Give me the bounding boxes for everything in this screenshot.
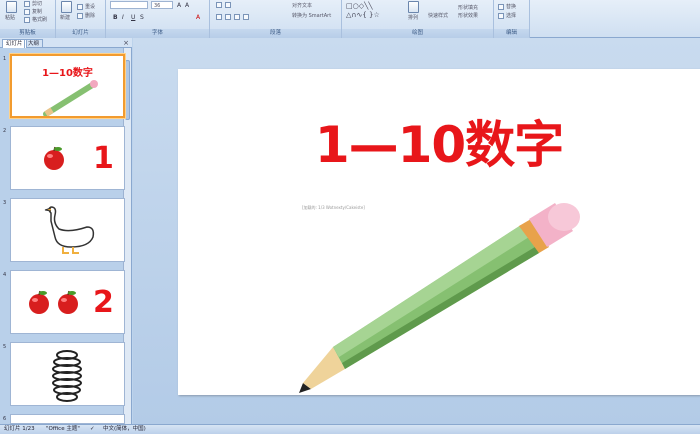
shape-fill-button[interactable]: 形状填充 — [458, 4, 478, 12]
reset-icon[interactable] — [77, 4, 83, 10]
italic-icon[interactable]: I — [122, 14, 124, 21]
new-slide-button[interactable]: 新建 — [60, 14, 70, 22]
thumbnail-number: 4 — [3, 272, 7, 278]
apple-icon — [29, 290, 49, 314]
slide-thumbnail-2[interactable]: 1 — [10, 126, 125, 190]
clipboard-group-label: 剪贴板 — [0, 29, 55, 38]
quick-styles-button[interactable]: 快速样式 — [428, 12, 448, 20]
goose-icon — [44, 206, 95, 254]
bold-icon[interactable]: B — [113, 14, 118, 21]
thumbnail-number: 3 — [3, 200, 7, 206]
editing-group-label: 编辑 — [494, 29, 529, 38]
apple-icon — [44, 146, 64, 170]
spring-icon — [52, 350, 82, 402]
arrange-button[interactable]: 排列 — [408, 14, 418, 22]
arrange-icon[interactable] — [408, 1, 419, 13]
thumbnail-title: 1—10数字 — [42, 68, 93, 79]
clipboard-group: 粘贴 剪切 复制 格式刷 剪贴板 — [0, 0, 56, 38]
slide-thumbnail-6[interactable] — [10, 414, 125, 424]
reset-button[interactable]: 重设 — [85, 3, 95, 11]
underline-icon[interactable]: U — [131, 14, 135, 21]
shrink-font-icon[interactable]: A — [185, 2, 189, 9]
ribbon: 粘贴 剪切 复制 格式刷 剪贴板 新建 重设 删除 幻灯片 36 A A B I… — [0, 0, 700, 38]
cut-icon[interactable] — [24, 1, 30, 7]
theme-name: "Office 主题" — [46, 426, 80, 432]
slides-group: 新建 重设 删除 幻灯片 — [56, 0, 106, 38]
replace-button[interactable]: 替换 — [506, 3, 516, 11]
thumbnail-number: 2 — [3, 128, 7, 134]
thumbnail-number: 6 — [3, 416, 7, 422]
slide-edit-area: 1—10数字 [加载的: 1/3 Wotnexty/Cakeiste] — [133, 38, 700, 424]
cut-button[interactable]: 剪切 — [32, 0, 42, 8]
font-size-combo[interactable]: 36 — [151, 1, 173, 9]
thumbnail-number: 5 — [3, 344, 7, 350]
font-color-icon[interactable]: A — [196, 14, 200, 21]
format-painter-icon[interactable] — [24, 17, 30, 23]
tab-outline[interactable]: 大纲 — [24, 39, 44, 48]
delete-button[interactable]: 删除 — [85, 12, 95, 20]
font-group: 36 A A B I U S A 字体 — [106, 0, 210, 38]
new-slide-icon[interactable] — [61, 1, 72, 13]
apple-icon — [58, 290, 78, 314]
paste-button-label[interactable]: 粘贴 — [5, 14, 15, 22]
justify-icon[interactable] — [243, 14, 249, 20]
paste-icon[interactable] — [6, 1, 17, 13]
pencil-icon — [299, 203, 580, 393]
replace-icon[interactable] — [498, 4, 504, 10]
font-size-value: 36 — [154, 3, 161, 9]
drawing-group-label: 绘图 — [342, 29, 493, 38]
smartart-button[interactable]: 转换为 SmartArt — [292, 12, 331, 20]
font-name-combo[interactable] — [110, 1, 148, 9]
thumbnail-digit: 2 — [93, 285, 114, 320]
scrollbar-thumb[interactable] — [125, 60, 130, 120]
slide-thumbnail-1[interactable]: 1—10数字 — [10, 54, 125, 118]
numbering-icon[interactable] — [225, 2, 231, 8]
font-group-label: 字体 — [106, 29, 209, 38]
drawing-group: □○◇╲╲ △∩∿{ }☆ 排列 快速样式 形状填充 形状效果 绘图 — [342, 0, 494, 38]
slide-title[interactable]: 1—10数字 — [178, 117, 700, 173]
slides-group-label: 幻灯片 — [56, 29, 105, 38]
align-center-icon[interactable] — [225, 14, 231, 20]
bullets-icon[interactable] — [216, 2, 222, 8]
select-button[interactable]: 选择 — [506, 12, 516, 20]
slide-thumbnail-3[interactable] — [10, 198, 125, 262]
align-text-button[interactable]: 对齐文本 — [292, 2, 312, 10]
slide-position: 幻灯片 1/23 — [4, 426, 35, 432]
shapes-gallery-row2-icon[interactable]: △∩∿{ }☆ — [346, 12, 380, 19]
select-icon[interactable] — [498, 13, 504, 19]
delete-icon[interactable] — [77, 13, 83, 19]
thumbnail-digit: 1 — [93, 141, 114, 176]
slide-thumbnail-5[interactable] — [10, 342, 125, 406]
spell-check-icon[interactable]: ✓ — [90, 425, 95, 434]
pane-tabs: 幻灯片 大纲 × — [0, 38, 132, 48]
paragraph-group-label: 段落 — [210, 29, 341, 38]
align-right-icon[interactable] — [234, 14, 240, 20]
editing-group: 替换 选择 编辑 — [494, 0, 530, 38]
slides-pane: 幻灯片 大纲 × 1 1—10数字 2 1 3 4 2 5 6 — [0, 38, 132, 424]
format-painter-button[interactable]: 格式刷 — [32, 16, 47, 24]
align-left-icon[interactable] — [216, 14, 222, 20]
pencil-icon — [43, 80, 98, 116]
shapes-gallery-icon[interactable]: □○◇╲╲ — [346, 3, 373, 10]
thumbnail-number: 1 — [3, 56, 7, 62]
current-slide[interactable]: 1—10数字 [加载的: 1/3 Wotnexty/Cakeiste] — [178, 69, 700, 395]
shape-effects-button[interactable]: 形状效果 — [458, 12, 478, 20]
paragraph-group: 对齐文本 转换为 SmartArt 段落 — [210, 0, 342, 38]
close-pane-icon[interactable]: × — [123, 39, 129, 47]
copy-icon[interactable] — [24, 9, 30, 15]
status-bar: 幻灯片 1/23 "Office 主题" ✓ 中文(简体，中国) — [0, 424, 700, 434]
slide-thumbnail-4[interactable]: 2 — [10, 270, 125, 334]
copy-button[interactable]: 复制 — [32, 8, 42, 16]
grow-font-icon[interactable]: A — [177, 2, 181, 9]
language[interactable]: 中文(简体，中国) — [103, 425, 146, 434]
tab-slides[interactable]: 幻灯片 — [2, 39, 27, 48]
strikethrough-icon[interactable]: S — [140, 14, 144, 21]
